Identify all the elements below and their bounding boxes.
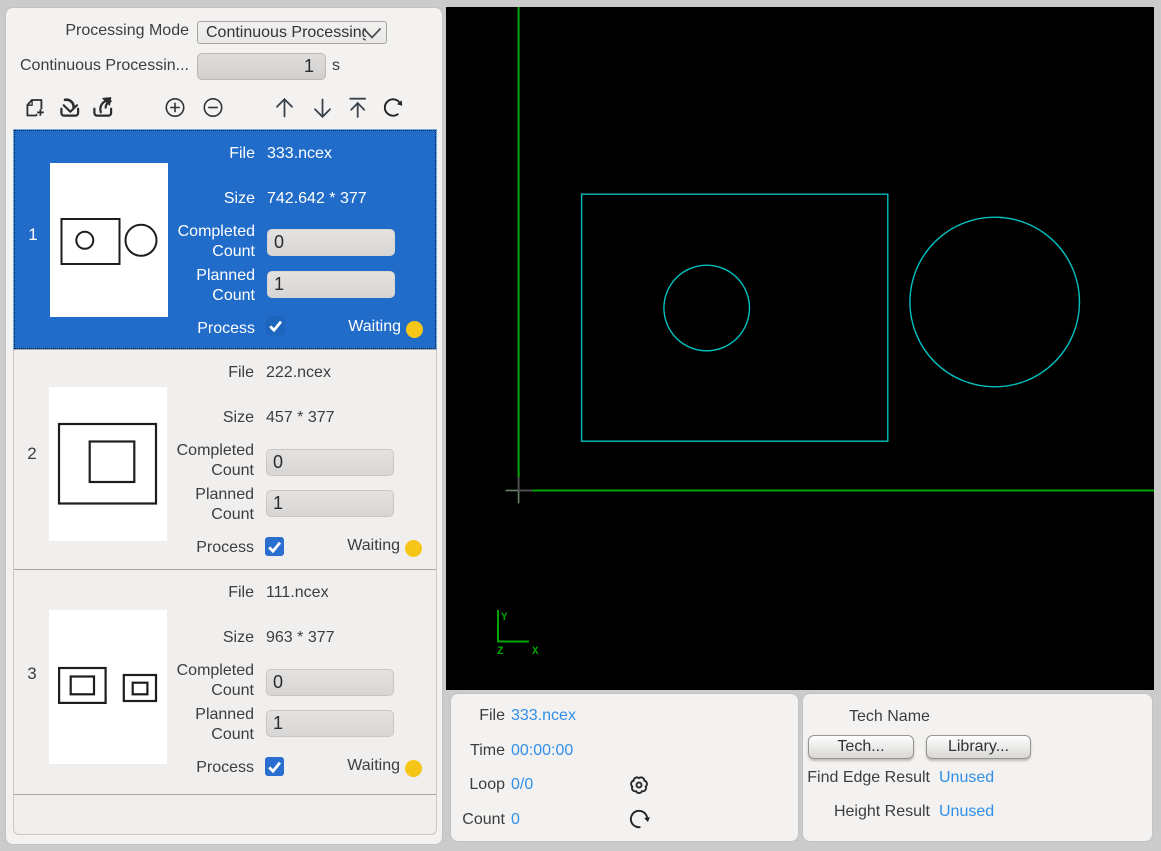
svg-text:X: X <box>532 646 539 658</box>
svg-text:Z: Z <box>497 646 504 658</box>
svg-text:Y: Y <box>501 612 508 624</box>
